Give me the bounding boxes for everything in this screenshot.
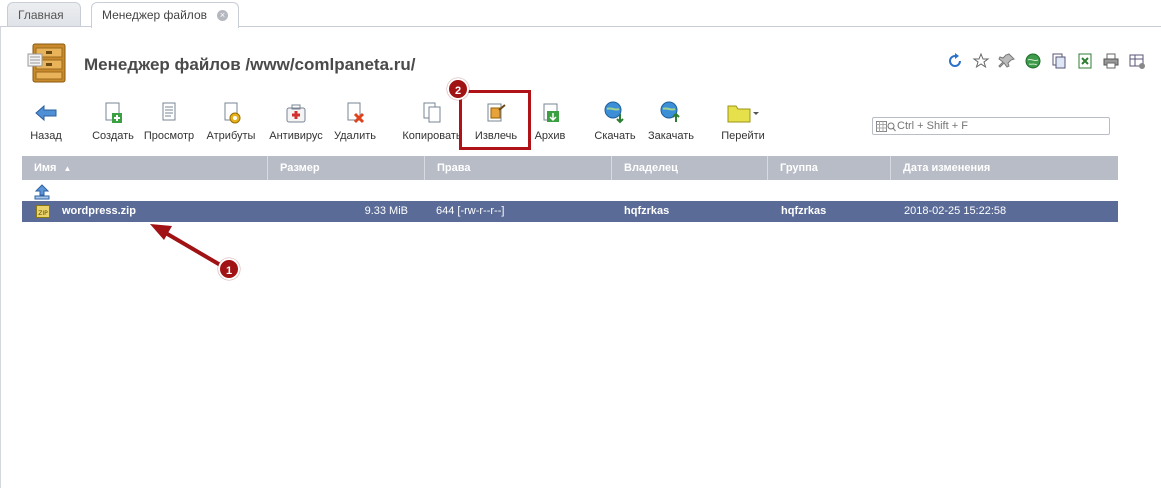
close-icon[interactable]: × — [217, 10, 228, 21]
refresh-icon[interactable] — [946, 52, 964, 70]
column-name[interactable]: Имя ▲ — [22, 156, 268, 180]
view-label: Просмотр — [143, 130, 195, 142]
delete-button[interactable]: Удалить — [333, 100, 377, 148]
archive-button[interactable]: Архив — [530, 100, 570, 148]
column-size[interactable]: Размер — [268, 156, 425, 180]
antivirus-label: Антивирус — [269, 130, 323, 142]
new-file-icon — [105, 102, 122, 123]
search-input[interactable] — [897, 119, 1102, 133]
settings-table-icon[interactable] — [1128, 52, 1146, 70]
file-owner: hqfzrkas — [624, 205, 670, 217]
folder-dropdown-icon — [727, 105, 759, 123]
goto-button[interactable]: Перейти — [718, 100, 768, 148]
back-label: Назад — [30, 130, 62, 142]
attributes-button[interactable]: Атрибуты — [203, 100, 259, 148]
gear-file-icon — [224, 102, 241, 124]
page-title: Менеджер файлов /www/comlpaneta.ru/ — [84, 55, 416, 74]
file-size: 9.33 MiB — [364, 205, 408, 217]
copy-icon[interactable] — [1050, 52, 1068, 70]
pin-icon[interactable] — [998, 52, 1016, 70]
folder-up-icon[interactable] — [34, 184, 50, 200]
excel-icon[interactable] — [1076, 52, 1094, 70]
delete-label: Удалить — [334, 130, 376, 142]
create-button[interactable]: Создать — [90, 100, 136, 148]
tab-file-manager[interactable]: Менеджер файлов × — [91, 2, 239, 28]
file-modified: 2018-02-25 15:22:58 — [904, 205, 1007, 217]
svg-text:ZIP: ZIP — [38, 210, 48, 217]
globe-icon[interactable] — [1024, 52, 1042, 70]
star-icon[interactable] — [972, 52, 990, 70]
back-button[interactable]: Назад — [25, 100, 67, 148]
archive-icon — [543, 103, 559, 122]
document-view-icon — [162, 102, 176, 121]
column-owner[interactable]: Владелец — [612, 156, 768, 180]
left-border — [0, 27, 1, 488]
attributes-label: Атрибуты — [206, 130, 256, 142]
file-name: wordpress.zip — [62, 205, 136, 217]
zip-file-icon: ZIP — [36, 205, 50, 218]
arrow-left-icon — [35, 104, 57, 122]
medkit-icon — [286, 104, 306, 123]
annotation-marker-1: 1 — [218, 258, 240, 280]
print-icon[interactable] — [1102, 52, 1120, 70]
annotation-marker-2: 2 — [447, 78, 469, 100]
column-modified[interactable]: Дата изменения — [891, 156, 1118, 180]
copy-files-icon — [423, 102, 441, 123]
table-header: Имя ▲ Размер Права Владелец Группа Дата … — [22, 156, 1118, 180]
table-row[interactable]: ZIP wordpress.zip 9.33 MiB 644 [-rw-r--r… — [22, 201, 1118, 222]
copy-label: Копировать — [402, 130, 462, 142]
create-label: Создать — [92, 130, 134, 142]
download-label: Скачать — [594, 130, 636, 142]
column-group[interactable]: Группа — [768, 156, 891, 180]
file-permissions: 644 [-rw-r--r--] — [436, 205, 505, 217]
download-button[interactable]: Скачать — [592, 100, 638, 148]
sort-asc-icon: ▲ — [63, 164, 72, 173]
view-button[interactable]: Просмотр — [142, 100, 196, 148]
top-icon-bar — [946, 52, 1146, 70]
search-field[interactable] — [872, 117, 1110, 135]
goto-label: Перейти — [721, 130, 765, 142]
upload-label: Закачать — [647, 130, 695, 142]
globe-download-icon — [604, 101, 624, 124]
column-name-label: Имя — [34, 162, 57, 174]
globe-upload-icon — [660, 101, 680, 122]
copy-button[interactable]: Копировать — [401, 100, 463, 148]
column-permissions[interactable]: Права — [425, 156, 612, 180]
tab-home-label: Главная — [18, 8, 64, 22]
extract-highlight-box — [459, 90, 531, 150]
tab-home[interactable]: Главная — [7, 2, 81, 27]
archive-label: Архив — [534, 130, 566, 142]
file-cabinet-icon — [27, 43, 66, 83]
delete-file-icon — [347, 102, 365, 124]
upload-button[interactable]: Закачать — [645, 100, 697, 148]
search-icon — [876, 121, 896, 132]
file-manager-window: Главная Менеджер файлов × Менеджер файло… — [0, 0, 1161, 488]
file-group: hqfzrkas — [781, 205, 827, 217]
antivirus-button[interactable]: Антивирус — [265, 100, 327, 148]
tab-file-manager-label: Менеджер файлов — [102, 8, 207, 22]
tab-bar: Главная Менеджер файлов × — [0, 0, 1161, 28]
